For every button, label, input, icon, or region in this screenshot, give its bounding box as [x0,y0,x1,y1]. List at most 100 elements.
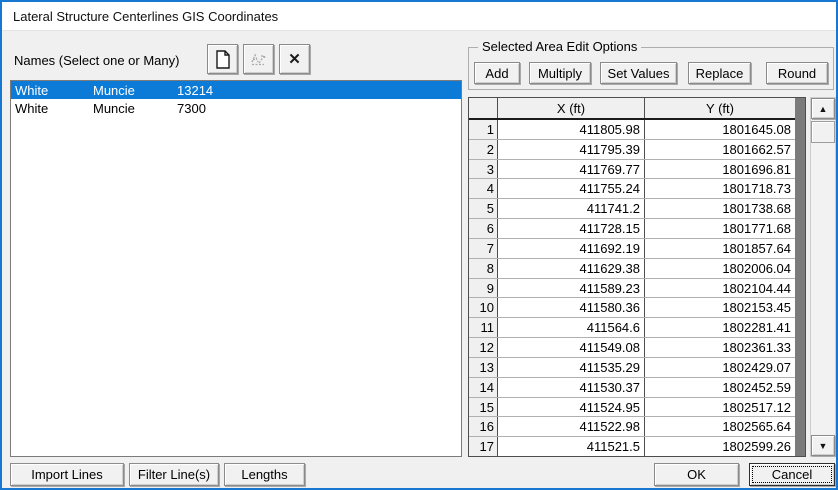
y-value-cell[interactable]: 1802104.44 [645,279,795,298]
x-value-cell[interactable]: 411524.95 [498,397,645,417]
x-value-cell[interactable]: 411741.2 [498,199,645,219]
x-value-cell[interactable]: 411755.24 [498,179,645,199]
replace-button[interactable]: Replace [688,62,751,84]
table-row: 11 411564.6 1802281.41 [469,318,795,339]
new-line-button[interactable] [207,44,238,74]
list-item-river: White [15,82,49,98]
x-value-cell[interactable]: 411629.38 [498,258,645,278]
list-item-rs: 13214 [177,82,214,98]
selected-area-edit-options-group: Selected Area Edit Options Add Multiply … [468,39,834,90]
x-value-cell[interactable]: 411728.15 [498,219,645,238]
x-value-cell[interactable]: 411805.98 [498,120,645,139]
table-row: 2 411795.39 1801662.57 [469,139,795,160]
gis-coordinates-dialog: Lateral Structure Centerlines GIS Coordi… [0,0,838,490]
x-value-cell[interactable]: 411589.23 [498,278,645,298]
table-row: 7 411692.19 1801857.64 [469,238,795,259]
x-value-cell[interactable]: 411769.77 [498,159,645,179]
table-row: 14 411530.37 1802452.59 [469,377,795,398]
rename-line-button [243,44,274,74]
row-number-cell: 16 [469,417,498,437]
coordinates-table-header: X (ft) Y (ft) [469,98,795,120]
row-number-cell: 13 [469,357,498,377]
table-row: 15 411524.95 1802517.12 [469,397,795,418]
delete-x-icon: ✕ [288,50,301,68]
x-value-cell[interactable]: 411522.98 [498,417,645,437]
new-document-icon [215,49,230,69]
multiply-button[interactable]: Multiply [529,62,591,84]
list-item-reach: Muncie [93,82,135,98]
x-value-cell[interactable]: 411692.19 [498,238,645,258]
scroll-up-button[interactable]: ▲ [811,98,835,119]
ok-button[interactable]: OK [654,463,739,486]
x-value-cell[interactable]: 411535.29 [498,357,645,377]
table-row: 1 411805.98 1801645.08 [469,120,795,140]
y-value-cell[interactable]: 1802153.45 [645,298,795,317]
row-number-cell: 15 [469,397,498,417]
x-column-header: X (ft) [498,98,645,118]
row-number-cell: 3 [469,159,498,179]
row-number-cell: 4 [469,179,498,199]
table-row: 6 411728.15 1801771.68 [469,219,795,239]
names-listbox[interactable]: White Muncie 13214 White Muncie 7300 [10,80,462,457]
scroll-down-button[interactable]: ▼ [811,435,835,456]
y-value-cell[interactable]: 1801738.68 [645,199,795,218]
dialog-title: Lateral Structure Centerlines GIS Coordi… [13,8,279,24]
lengths-button[interactable]: Lengths [224,463,305,486]
row-number-cell: 10 [469,298,498,318]
list-item-rs: 7300 [177,100,206,116]
y-value-cell[interactable]: 1802006.04 [645,259,795,278]
groupbox-title: Selected Area Edit Options [478,39,642,54]
import-lines-button[interactable]: Import Lines [10,463,124,486]
x-value-cell[interactable]: 411564.6 [498,318,645,338]
x-value-cell[interactable]: 411580.36 [498,298,645,318]
table-row: 16 411522.98 1802565.64 [469,417,795,438]
row-number-cell: 1 [469,120,498,139]
table-row: 10 411580.36 1802153.45 [469,298,795,319]
y-column-header: Y (ft) [706,100,734,116]
table-row: 5 411741.2 1801738.68 [469,199,795,220]
list-item-river: White [15,100,49,116]
table-row: 3 411769.77 1801696.81 [469,159,795,180]
y-value-cell[interactable]: 1801718.73 [645,179,795,198]
title-bar: Lateral Structure Centerlines GIS Coordi… [2,2,836,31]
table-row: 12 411549.08 1802361.33 [469,338,795,358]
y-value-cell[interactable]: 1802361.33 [645,338,795,357]
names-label: Names (Select one or Many) [14,53,180,68]
y-value-cell[interactable]: 1802565.64 [645,417,795,436]
y-value-cell[interactable]: 1802517.12 [645,398,795,417]
y-value-cell[interactable]: 1801696.81 [645,160,795,179]
round-button[interactable]: Round [766,62,828,84]
table-scrollbar[interactable]: ▲ ▼ [810,97,836,457]
list-item-reach: Muncie [93,100,135,116]
x-value-cell[interactable]: 411795.39 [498,139,645,159]
y-value-cell[interactable]: 1801771.68 [645,219,795,238]
filter-lines-button[interactable]: Filter Line(s) [129,463,219,486]
y-value-cell[interactable]: 1801857.64 [645,239,795,258]
y-value-cell[interactable]: 1802429.07 [645,358,795,377]
y-value-cell[interactable]: 1801645.08 [645,120,795,139]
table-filler-strip [795,98,805,456]
row-number-cell: 9 [469,278,498,298]
table-row: 13 411535.29 1802429.07 [469,357,795,378]
row-number-cell: 8 [469,258,498,278]
scrollbar-thumb[interactable] [811,121,835,143]
y-value-cell[interactable]: 1801662.57 [645,140,795,159]
rename-icon [251,52,266,65]
x-value-cell[interactable]: 411530.37 [498,377,645,397]
x-value-cell[interactable]: 411549.08 [498,338,645,357]
table-row: 4 411755.24 1801718.73 [469,179,795,200]
table-row: 17 411521.5 1802599.26 [469,437,795,456]
set-values-button[interactable]: Set Values [600,62,677,84]
add-button[interactable]: Add [474,62,520,84]
list-item[interactable]: White Muncie 13214 [11,81,461,99]
table-row: 8 411629.38 1802006.04 [469,258,795,279]
y-value-cell[interactable]: 1802281.41 [645,318,795,337]
row-number-cell: 14 [469,377,498,397]
y-value-cell[interactable]: 1802452.59 [645,378,795,397]
coords-table-body: 1 411805.98 1801645.08 2 411795.39 1801662.57… [469,120,795,456]
cancel-button[interactable]: Cancel [749,463,835,486]
x-value-cell[interactable]: 411521.5 [498,437,645,456]
list-item[interactable]: White Muncie 7300 [11,99,461,117]
y-value-cell[interactable]: 1802599.26 [645,437,795,456]
delete-line-button[interactable]: ✕ [279,44,310,74]
